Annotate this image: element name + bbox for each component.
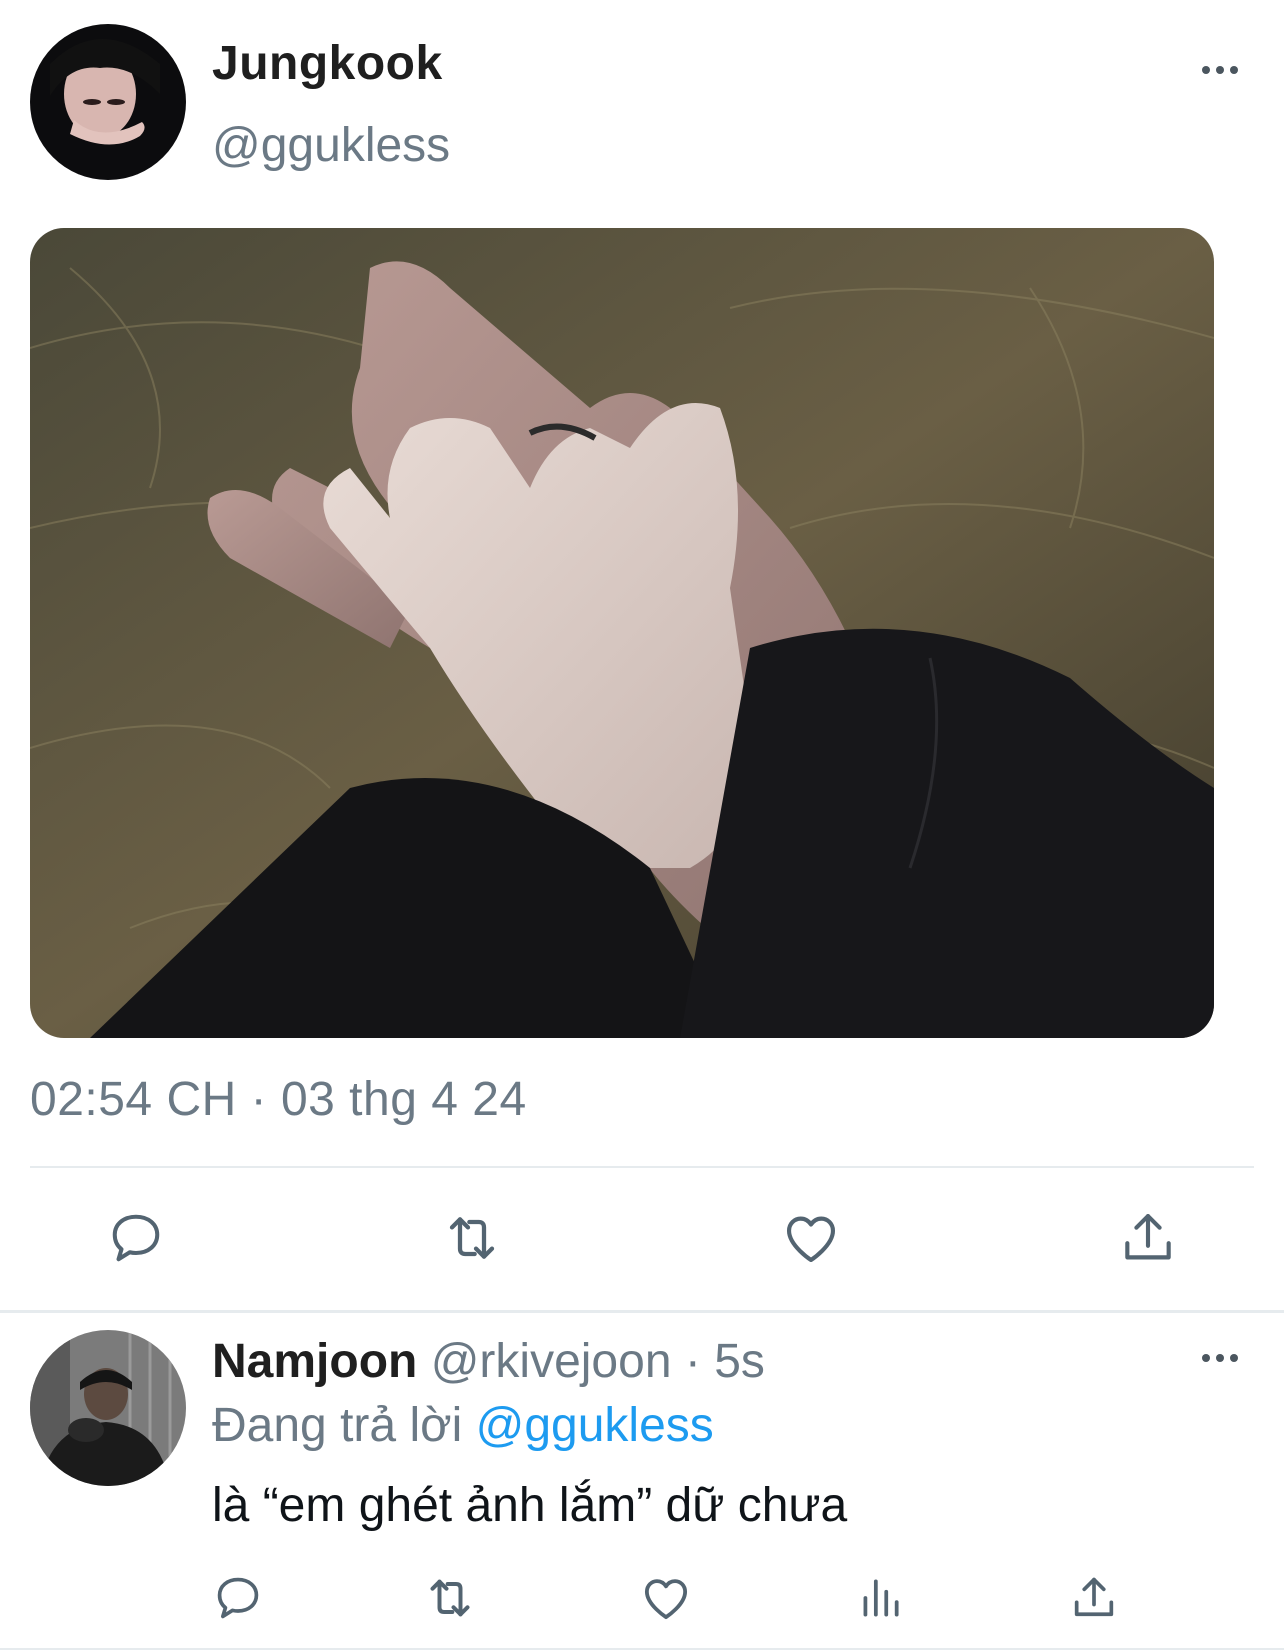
reply-more-options-icon[interactable] — [1200, 1338, 1240, 1378]
reply-retweet-button[interactable] — [418, 1566, 482, 1630]
share-icon — [1125, 1213, 1171, 1260]
reply-share-button[interactable] — [1062, 1566, 1126, 1630]
like-button[interactable] — [775, 1202, 847, 1274]
reply-body: là “em ghét ảnh lắm” dữ chưa — [212, 1479, 848, 1532]
reply-separator: · — [684, 1335, 701, 1388]
reply-author-display-name[interactable]: Namjoon — [212, 1335, 417, 1388]
reply-reply-button[interactable] — [206, 1566, 270, 1630]
heart-icon — [786, 1216, 836, 1263]
share-button[interactable] — [1112, 1202, 1184, 1274]
replying-to: Đang trả lời @ggukless — [212, 1398, 714, 1453]
retweet-icon — [449, 1217, 495, 1259]
replying-to-mention[interactable]: @ggukless — [476, 1399, 714, 1452]
retweet-icon — [430, 1579, 470, 1617]
tweet-timestamp: 02:54 CH · 03 thg 4 24 — [30, 1073, 527, 1126]
reply-button[interactable] — [100, 1202, 172, 1274]
bottom-divider — [0, 1648, 1284, 1650]
author-handle[interactable]: @ggukless — [212, 118, 450, 173]
divider — [30, 1166, 1254, 1168]
reply-header: Namjoon @rkivejoon · 5s — [212, 1334, 765, 1389]
reply-author-avatar[interactable] — [30, 1330, 186, 1486]
author-avatar[interactable] — [30, 24, 186, 180]
heart-icon — [644, 1579, 688, 1620]
reply-icon — [112, 1214, 160, 1262]
tweet-photo[interactable] — [30, 228, 1214, 1038]
reply-icon — [217, 1577, 259, 1619]
reply-author-handle[interactable]: @rkivejoon — [431, 1335, 672, 1388]
share-icon — [1074, 1577, 1114, 1617]
author-display-name[interactable]: Jungkook — [212, 36, 443, 91]
analytics-icon — [863, 1579, 899, 1617]
reply-time[interactable]: 5s — [714, 1335, 765, 1388]
replying-to-label: Đang trả lời — [212, 1399, 463, 1452]
retweet-button[interactable] — [436, 1202, 508, 1274]
reply-like-button[interactable] — [634, 1566, 698, 1630]
reply-views-button[interactable] — [848, 1566, 912, 1630]
more-options-icon[interactable] — [1200, 50, 1240, 90]
section-divider — [0, 1310, 1284, 1313]
